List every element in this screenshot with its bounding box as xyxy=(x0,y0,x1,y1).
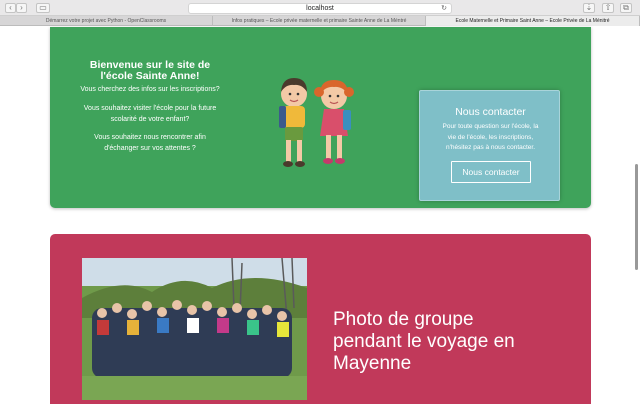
sidebar-icon[interactable]: ▭ xyxy=(36,3,50,13)
download-icon[interactable]: ⇣ xyxy=(583,3,595,13)
scrollbar[interactable] xyxy=(635,164,638,270)
tabs-overview-icon[interactable]: ⧉ xyxy=(620,3,632,13)
page-content: Bienvenue sur le site de l'école Sainte … xyxy=(0,27,640,404)
tab-infos-pratiques[interactable]: Infos pratiques – Ecole privée maternell… xyxy=(213,16,426,26)
group-photo xyxy=(82,258,307,400)
share-icon[interactable]: ⇧ xyxy=(602,3,614,13)
tab-bar: Démarrez votre projet avec Python - Open… xyxy=(0,16,640,26)
contact-title: Nous contacter xyxy=(455,106,526,118)
address-bar[interactable]: localhost ↻ xyxy=(188,3,452,14)
contact-button[interactable]: Nous contacter xyxy=(451,161,531,183)
welcome-text-3: Vous souhaitez nous rencontrer afin d'éc… xyxy=(94,134,206,152)
forward-icon[interactable]: › xyxy=(16,3,27,13)
welcome-text-1: Vous cherchez des infos sur les inscript… xyxy=(80,86,220,93)
url-text: localhost xyxy=(306,5,334,12)
photo-caption: Photo de groupe pendant le voyage en May… xyxy=(333,309,515,374)
contact-card: Nous contacter Pour toute question sur l… xyxy=(419,90,560,201)
browser-toolbar: ‹ › ▭ localhost ↻ ⇣ ⇧ ⧉ xyxy=(0,0,640,16)
reload-icon[interactable]: ↻ xyxy=(441,4,447,13)
tab-openclassrooms[interactable]: Démarrez votre projet avec Python - Open… xyxy=(0,16,213,26)
tab-ecole-active[interactable]: Ecole Maternelle et Primaire Saint Anne … xyxy=(426,16,640,26)
welcome-title: Bienvenue sur le site de l'école Sainte … xyxy=(89,59,211,82)
welcome-text-2: Vous souhaitez visiter l'école pour la f… xyxy=(83,105,217,123)
kids-illustration xyxy=(279,78,354,167)
back-icon[interactable]: ‹ xyxy=(5,3,16,13)
contact-text: Pour toute question sur l'école, la vie … xyxy=(442,123,539,151)
